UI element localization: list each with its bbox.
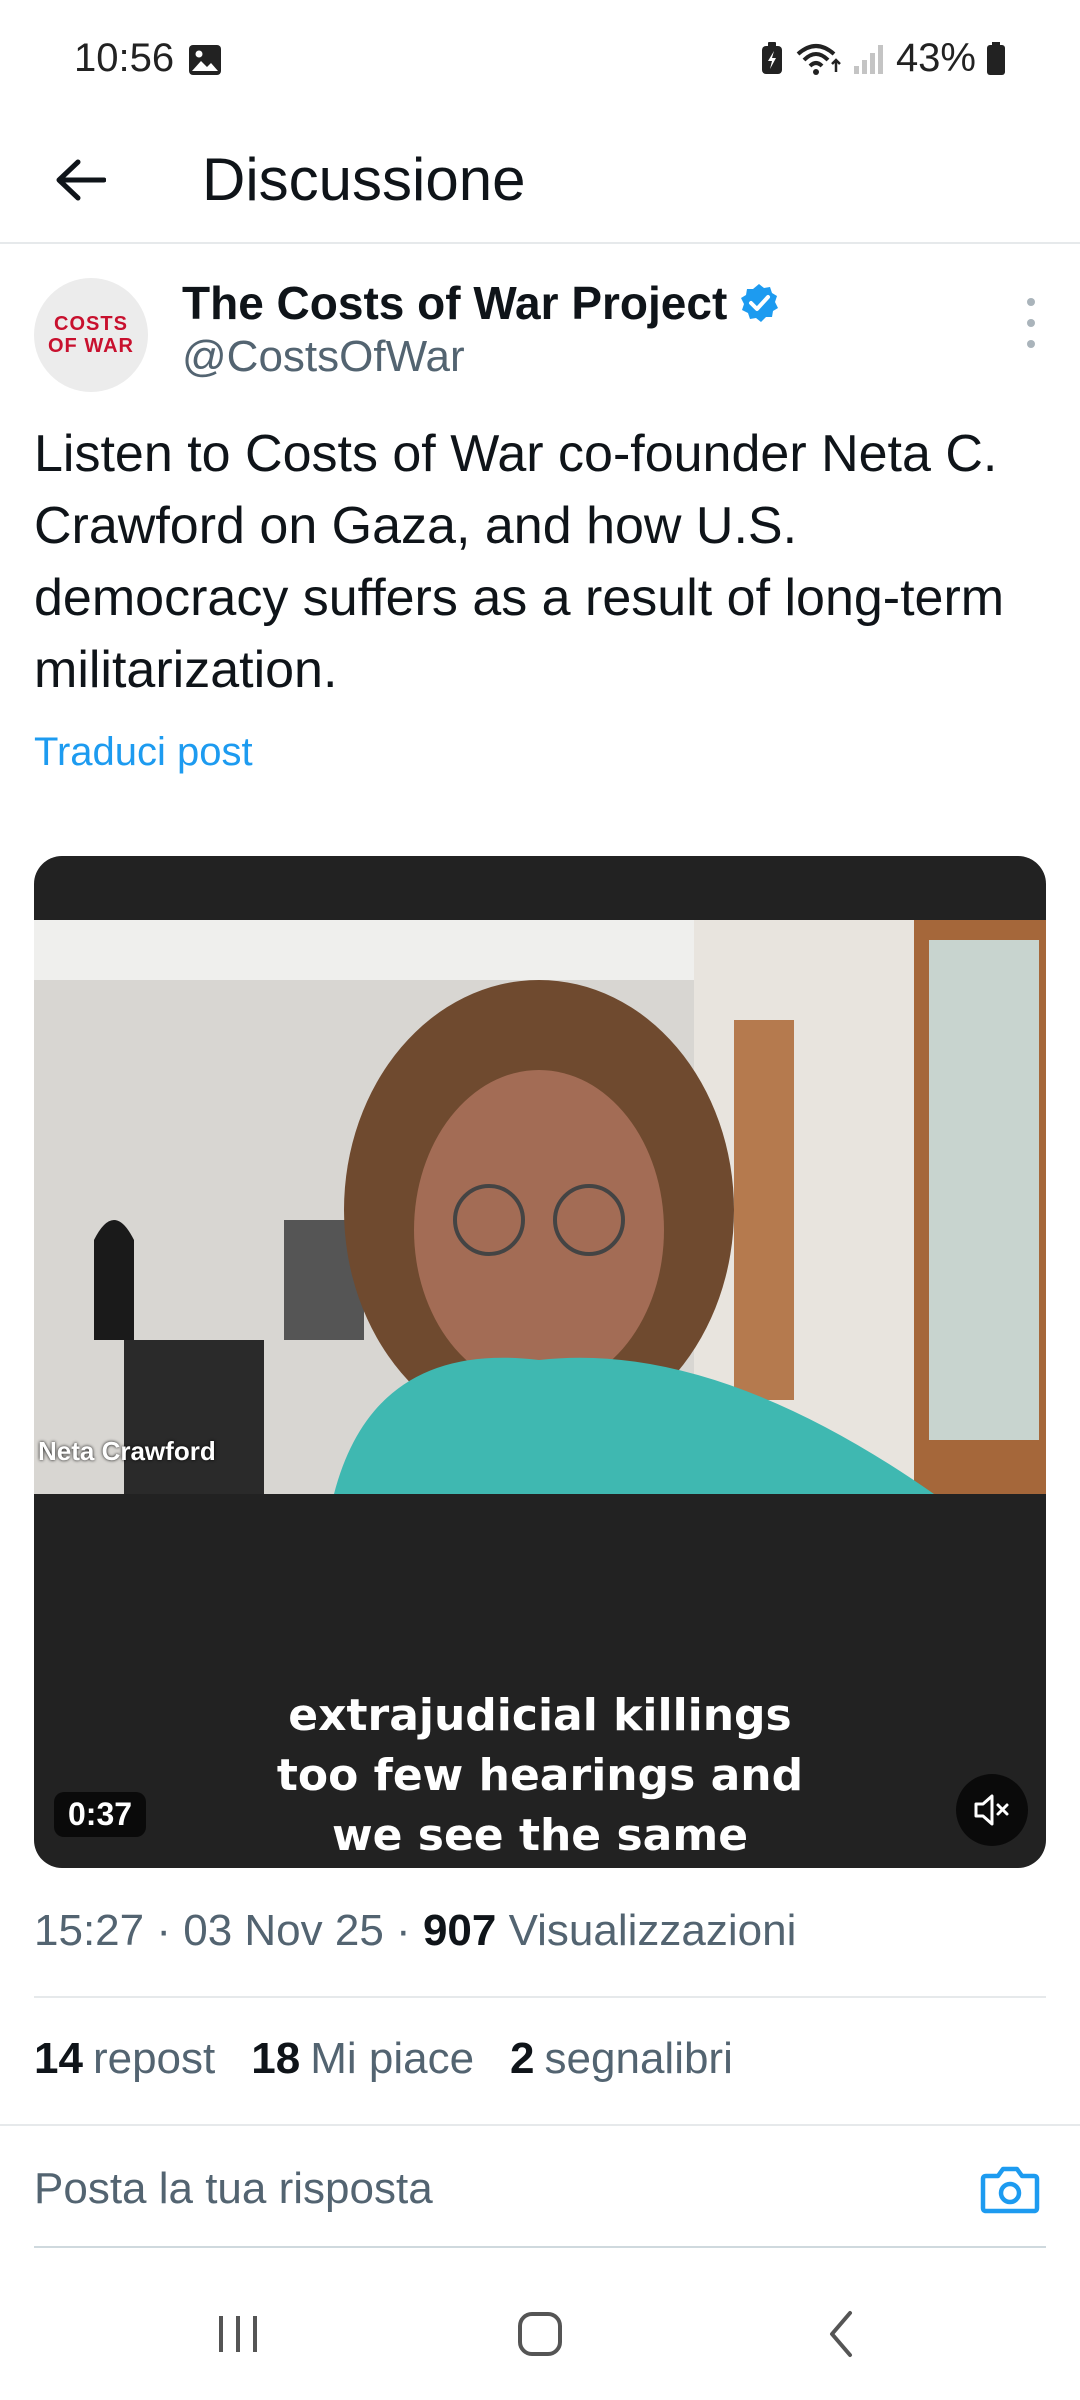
back-button[interactable]	[40, 140, 120, 220]
bookmarks-label: segnalibri	[544, 2034, 733, 2083]
avatar-text-line2: OF WAR	[48, 335, 134, 357]
caption-line: we see the same	[331, 1810, 749, 1861]
status-time: 10:56	[74, 36, 175, 80]
image-icon	[189, 45, 221, 75]
camera-icon[interactable]	[980, 2164, 1040, 2214]
video-frame-image	[34, 920, 1046, 1494]
recent-apps-button[interactable]	[198, 2304, 278, 2364]
caption-line: too few hearings and	[276, 1750, 804, 1801]
author-avatar[interactable]: COSTS OF WAR	[34, 278, 148, 392]
more-dot-icon	[1027, 319, 1035, 327]
post-time: 15:27	[34, 1906, 145, 1955]
status-right-group: 43%	[760, 36, 1006, 81]
home-button[interactable]	[500, 2304, 580, 2364]
wifi-icon	[796, 43, 841, 75]
reply-bar: Posta la tua risposta	[0, 2124, 1080, 2248]
video-name-tag: Neta Crawford	[38, 1436, 216, 1466]
likes-stat[interactable]: 18 Mi piace	[251, 2034, 474, 2084]
more-dot-icon	[1027, 340, 1035, 348]
reply-underline	[34, 2246, 1046, 2248]
more-dot-icon	[1027, 298, 1035, 306]
views-count: 907	[422, 1906, 497, 1955]
page-title: Discussione	[202, 146, 526, 213]
likes-count: 18	[251, 2034, 301, 2083]
unmute-button[interactable]	[956, 1774, 1028, 1846]
post-stats: 14 repost 18 Mi piace 2 segnalibri	[34, 2034, 733, 2084]
reposts-label: repost	[92, 2034, 216, 2083]
likes-label: Mi piace	[310, 2034, 475, 2083]
more-options-button[interactable]	[1016, 298, 1046, 348]
post-text: Listen to Costs of War co-founder Neta C…	[34, 425, 1005, 699]
bookmarks-stat[interactable]: 2 segnalibri	[510, 2034, 733, 2084]
system-nav-bar	[0, 2264, 1080, 2400]
recent-apps-icon	[219, 2316, 257, 2352]
post-date: 03 Nov 25	[183, 1906, 384, 1955]
battery-percentage: 43%	[895, 36, 976, 80]
post-author: COSTS OF WAR The Costs of War Project @C…	[0, 268, 1080, 398]
system-back-button[interactable]	[802, 2304, 882, 2364]
author-name-group[interactable]: The Costs of War Project	[182, 276, 779, 330]
video-caption: extrajudicial killings too few hearings …	[154, 1686, 926, 1866]
home-icon	[518, 2312, 562, 2356]
views-label: Visualizzazioni	[508, 1906, 797, 1955]
speaker-muted-icon	[974, 1794, 1009, 1826]
reply-input[interactable]: Posta la tua risposta	[34, 2164, 433, 2214]
video-duration: 0:37	[54, 1792, 147, 1837]
chevron-left-icon	[830, 2311, 852, 2357]
verified-badge-icon	[741, 284, 779, 322]
author-handle[interactable]: @CostsOfWar	[182, 332, 465, 382]
battery-saver-icon	[761, 41, 782, 74]
meta-separator: ·	[156, 1906, 184, 1955]
signal-icon	[853, 44, 883, 74]
reposts-count: 14	[34, 2034, 83, 2083]
caption-line: extrajudicial killings	[288, 1690, 792, 1741]
status-bar: 10:56 43%	[0, 0, 1080, 120]
meta-separator: ·	[396, 1906, 423, 1955]
bookmarks-count: 2	[510, 2034, 535, 2083]
author-name: The Costs of War Project	[182, 277, 728, 329]
divider	[34, 1996, 1046, 1998]
battery-icon	[987, 41, 1005, 75]
avatar-text-line1: COSTS	[54, 313, 128, 335]
reposts-stat[interactable]: 14 repost	[34, 2034, 215, 2084]
arrow-left-icon	[56, 159, 106, 201]
video-frame	[34, 920, 1046, 1494]
translate-post-link[interactable]: Traduci post	[34, 730, 253, 775]
top-app-bar: Discussione	[0, 120, 1080, 244]
post-meta: 15:27 · 03 Nov 25 · 907 Visualizzazioni	[34, 1906, 796, 1956]
video-player[interactable]: Neta Crawford extrajudicial killings too…	[34, 856, 1046, 1868]
